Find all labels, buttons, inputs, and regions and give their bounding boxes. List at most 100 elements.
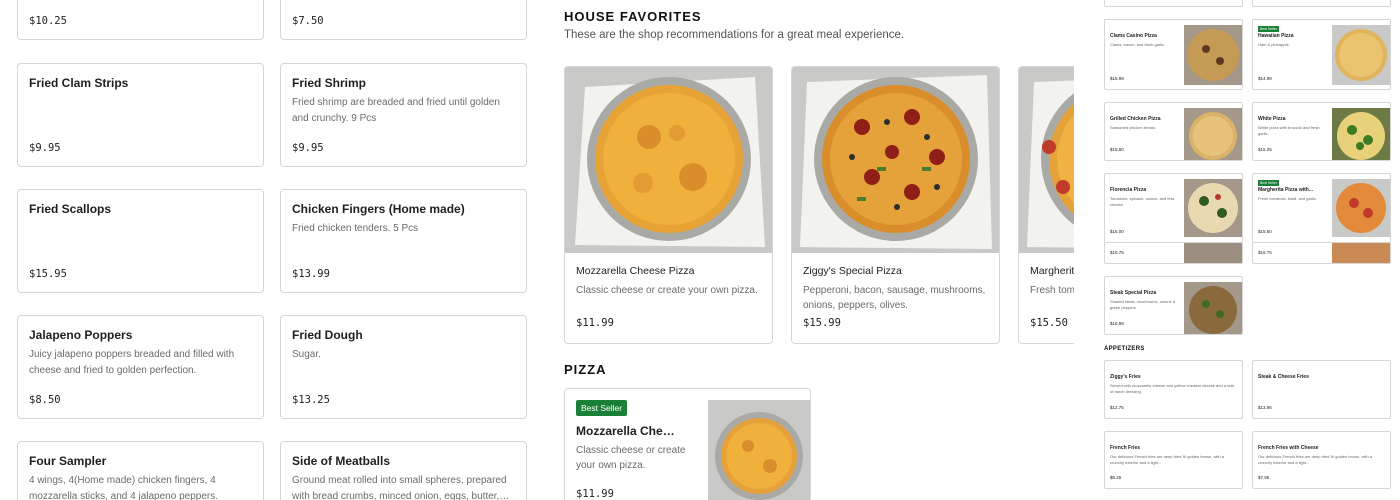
item-description: Pepperoni, bacon, sausage, mushrooms, on… [803,285,986,311]
pizza-photo [792,67,999,253]
menu-item-card[interactable]: Fried Clam Strips $9.95 [17,63,264,167]
mini-item-name: French Fries with Cheese [1258,445,1319,451]
mini-item-card[interactable]: Best Seller Hawaiian Pizza Ham & pineapp… [1252,19,1391,90]
mini-item-card[interactable]: Florencia Pizza Tomatoes, spinach, onion… [1104,173,1243,243]
mini-item-price: $14.99 [1258,76,1272,81]
mini-item-description: Clams, bacon, and fresh garlic. [1110,42,1166,47]
item-name: Four Sampler [29,454,107,468]
section-title: HOUSE FAVORITES [564,9,702,24]
item-name: Margherita Pizza with Fresh Tomatoes [1030,265,1074,277]
mini-item-card[interactable]: Clams Casino Pizza Clams, bacon, and fre… [1104,19,1243,90]
mini-item-card[interactable] [1104,0,1243,7]
favorites-carousel: Mozzarella Cheese Pizza Classic cheese o… [564,66,1074,346]
menu-item-card[interactable]: $7.50 [280,0,527,40]
menu-item-card[interactable]: Side of Meatballs Ground meat rolled int… [280,441,527,500]
item-price: $7.50 [292,15,324,27]
item-price: $13.99 [292,268,330,280]
mini-item-price: $13.95 [1258,405,1272,410]
mini-item-card[interactable]: $16.75 [1252,242,1391,264]
item-name: Ziggy's Special Pizza [803,265,902,277]
item-name: Chicken Fingers (Home made) [292,202,465,216]
item-price: $9.95 [29,142,61,154]
mini-item-description: Our delicious French fries are deep frie… [1110,454,1224,465]
mini-item-card[interactable]: French Fries Our delicious French fries … [1104,431,1243,489]
item-description: Fried chicken tenders. 5 Pcs [292,223,419,234]
item-name: Fried Clam Strips [29,76,129,90]
mini-item-description: White pizza with broccoli and fresh garl… [1258,125,1320,136]
mini-item-name: Florencia Pizza [1110,187,1147,193]
item-price: $13.25 [292,394,330,406]
menu-item-card[interactable]: Fried Dough Sugar. $13.25 [280,315,527,419]
item-price: $9.95 [292,142,324,154]
item-price: $11.99 [576,488,614,500]
mini-item-description: Served with mozzarella cheese and yellow… [1110,383,1235,394]
pizza-photo [565,67,772,253]
menu-item-card[interactable]: Fried Scallops $15.95 [17,189,264,293]
item-description: Classic cheese or create your own pizza. [576,445,686,471]
mini-item-card[interactable]: Ziggy's Fries Served with mozzarella che… [1104,360,1243,419]
mini-item-description: Fresh tomatoes, basil, and garlic. [1258,196,1317,201]
mini-item-description: Seasoned chicken breast. [1110,125,1157,130]
section-title: PIZZA [564,362,607,377]
item-description: 4 wings, 4(Home made) chicken fingers, 4… [29,475,218,500]
mini-item-name: White Pizza [1258,116,1286,122]
item-name: Fried Scallops [29,202,112,216]
item-name: Mozzarella Cheese Pizza [576,265,695,277]
item-price: $8.50 [29,394,61,406]
item-description: Sugar. [292,349,321,360]
mini-item-price: $16.75 [1110,250,1124,255]
item-price: $10.25 [29,15,67,27]
best-seller-badge: Best Seller [576,400,628,416]
mini-item-description: Our delicious French fries are deep frie… [1258,454,1372,465]
menu-item-card[interactable]: Jalapeno Poppers Juicy jalapeno poppers … [17,315,264,419]
item-price: $15.95 [29,268,67,280]
menu-item-card[interactable]: Chicken Fingers (Home made) Fried chicke… [280,189,527,293]
pizza-thumb [1184,282,1242,334]
item-description: Juicy jalapeno poppers breaded and fille… [29,349,235,376]
item-description: Ground meat rolled into small spheres, p… [292,475,507,500]
menu-item-card[interactable]: Best Seller Mozzarella Cheese Pizza Clas… [564,388,811,500]
item-description: Fried shrimp are breaded and fried until… [292,97,500,124]
item-name: Fried Shrimp [292,76,367,90]
mini-item-description: Ham & pineapple. [1258,42,1290,47]
mini-item-price: $16.75 [1258,250,1272,255]
item-name: Side of Meatballs [292,454,391,468]
mini-item-card[interactable]: Grilled Chicken Pizza Seasoned chicken b… [1104,102,1243,161]
favorite-card[interactable]: Mozzarella Cheese Pizza Classic cheese o… [564,66,773,344]
menu-item-card[interactable]: Fried Shrimp Fried shrimp are breaded an… [280,63,527,167]
mini-item-name: Margherita Pizza with... [1258,187,1314,193]
mini-item-price: $15.99 [1110,76,1124,81]
mini-item-name: Steak Special Pizza [1110,290,1157,296]
mini-item-price: $15.50 [1258,229,1272,234]
mini-item-name: Clams Casino Pizza [1110,33,1157,39]
mini-item-card[interactable] [1252,0,1391,7]
favorite-card[interactable]: Margherita Pizza with Fresh Tomatoes Fre… [1018,66,1074,344]
menu-item-card[interactable]: Four Sampler 4 wings, 4(Home made) chick… [17,441,264,500]
menu-item-card[interactable]: $10.25 [17,0,264,40]
pizza-thumb [1184,179,1242,237]
mini-item-card[interactable]: French Fries with Cheese Our delicious F… [1252,431,1391,489]
pizza-photo [1019,67,1074,253]
mini-item-card[interactable]: Steak Special Pizza Shaded steak, mushro… [1104,276,1243,335]
mini-item-price: $16.99 [1110,321,1124,326]
pizza-thumb [1332,243,1390,263]
favorite-card[interactable]: Ziggy's Special Pizza Pepperoni, bacon, … [791,66,1000,344]
section-subtitle: These are the shop recommendations for a… [564,29,905,41]
pizza-thumb [1332,25,1390,85]
pizza-thumb [1184,108,1242,160]
mini-item-card[interactable]: Steak & Cheese Fries $13.95 [1252,360,1391,419]
appetizers-heading: APPETIZERS [1104,346,1145,352]
mini-item-card[interactable]: Best Seller Margherita Pizza with... Fre… [1252,173,1391,243]
mini-item-name: French Fries [1110,445,1141,451]
item-description: Classic cheese or create your own pizza. [576,285,758,296]
item-name: Mozzarella Cheese Pizza [576,424,680,438]
mini-item-name: Hawaiian Pizza [1258,33,1294,39]
mini-item-card[interactable]: White Pizza White pizza with broccoli an… [1252,102,1391,161]
mini-item-card[interactable]: $16.75 [1104,242,1243,264]
mini-item-price: $7.95 [1258,475,1270,480]
item-price: $15.99 [803,317,841,329]
best-seller-badge: Best Seller [1258,180,1279,186]
mini-item-description: Tomatoes, spinach, onions, and feta chee… [1110,196,1175,207]
item-name: Fried Dough [292,328,363,342]
item-description: Fresh tomatoes, basil, and garlic. [1030,285,1074,296]
